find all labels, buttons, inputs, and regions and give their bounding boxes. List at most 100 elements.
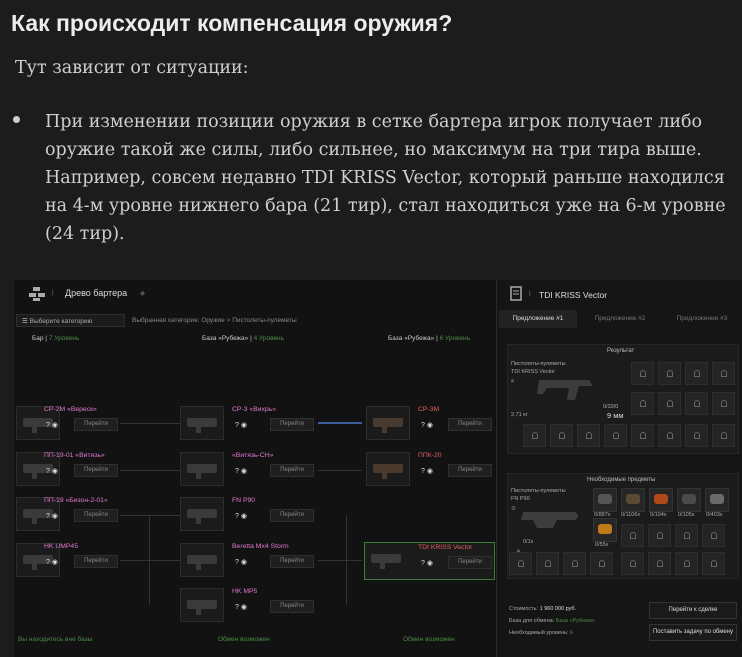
weapon-name[interactable]: СР-3 «Вихрь» bbox=[232, 406, 276, 413]
needed-count: 0/1x bbox=[523, 539, 534, 545]
weapon-slot[interactable] bbox=[180, 406, 224, 440]
go-button[interactable]: Перейти bbox=[448, 464, 492, 477]
weapon-name[interactable]: ПП-19-01 «Витязь» bbox=[44, 452, 105, 459]
info-question[interactable]: ? ◉ bbox=[421, 559, 433, 567]
info-question[interactable]: ? ◉ bbox=[235, 421, 247, 429]
locked-cell bbox=[604, 424, 627, 447]
connector bbox=[120, 515, 180, 516]
needed-name: FN P90 bbox=[511, 496, 530, 502]
connector bbox=[318, 470, 362, 471]
go-button[interactable]: Перейти bbox=[74, 509, 118, 522]
document-icon bbox=[510, 286, 522, 301]
info-question[interactable]: ? ◉ bbox=[235, 603, 247, 611]
connector bbox=[120, 560, 180, 561]
tab-offer-2[interactable]: Предложение #2 bbox=[581, 310, 659, 328]
weapon-name[interactable]: ПП-19 «Бизон-2-01» bbox=[44, 497, 108, 504]
weapon-slot[interactable] bbox=[180, 543, 224, 577]
locked-cell bbox=[631, 424, 654, 447]
locked-cell bbox=[685, 424, 708, 447]
weapon-name[interactable]: СР-2М «Вереск» bbox=[44, 406, 97, 413]
selected-category: Выбранная категория: Оружие > Пистолеты-… bbox=[132, 317, 297, 324]
locked-cell bbox=[702, 524, 725, 547]
go-button[interactable]: Перейти bbox=[448, 418, 492, 431]
barter-item[interactable] bbox=[705, 488, 729, 512]
go-button[interactable]: Перейти bbox=[270, 555, 314, 568]
barter-item[interactable] bbox=[593, 518, 617, 542]
level-row: Необходимый уровень: 6 bbox=[509, 630, 574, 636]
set-barter-task-button[interactable]: Поставить задачу по обмену bbox=[649, 624, 737, 641]
locked-cell bbox=[550, 424, 573, 447]
info-question[interactable]: ? ◉ bbox=[46, 558, 58, 566]
connector-active bbox=[318, 422, 362, 424]
barter-item[interactable] bbox=[593, 488, 617, 512]
locked-cell bbox=[702, 552, 725, 575]
weapon-name[interactable]: Beretta Mx4 Storm bbox=[232, 543, 289, 550]
cost-row: Стоимость: 1 960 000 руб. bbox=[509, 606, 577, 612]
kriss-vector-image bbox=[537, 380, 593, 400]
weapon-name[interactable]: СР-3М bbox=[418, 406, 439, 413]
info-question[interactable]: ? ◉ bbox=[421, 421, 433, 429]
tab-offer-1[interactable]: Предложение #1 bbox=[499, 310, 577, 328]
locked-cell bbox=[658, 424, 681, 447]
locked-cell bbox=[648, 524, 671, 547]
go-button[interactable]: Перейти bbox=[74, 418, 118, 431]
locked-cell bbox=[621, 524, 644, 547]
go-button[interactable]: Перейти bbox=[74, 555, 118, 568]
article-heading: Как происходит компенсация оружия? bbox=[11, 10, 453, 36]
article-intro: Тут зависит от ситуации: bbox=[15, 58, 249, 78]
offer-weapon-title: TDI KRISS Vector bbox=[539, 290, 608, 300]
locked-cell bbox=[685, 392, 708, 415]
barter-tree-title: Древо бартера bbox=[65, 288, 128, 298]
weapon-slot[interactable] bbox=[366, 452, 410, 486]
item-count: 0/1106x bbox=[621, 512, 641, 518]
info-question[interactable]: ? ◉ bbox=[421, 467, 433, 475]
connector bbox=[120, 470, 180, 471]
go-button[interactable]: Перейти bbox=[448, 556, 492, 569]
barter-item[interactable] bbox=[649, 488, 673, 512]
barter-item[interactable] bbox=[677, 488, 701, 512]
weapon-slot[interactable] bbox=[180, 452, 224, 486]
column-header-bar: Бар | 7 Уровень bbox=[32, 335, 80, 342]
info-question[interactable]: ? ◉ bbox=[235, 467, 247, 475]
category-select-button[interactable]: ☰ Выберите категорию bbox=[16, 314, 125, 327]
locked-cell bbox=[631, 362, 654, 385]
weapon-slot[interactable] bbox=[366, 406, 410, 440]
info-question[interactable]: ? ◉ bbox=[46, 421, 58, 429]
footer-status-base6: Обмен возможен bbox=[403, 636, 455, 643]
go-button[interactable]: Перейти bbox=[74, 464, 118, 477]
locked-cell bbox=[509, 552, 532, 575]
weapon-slot[interactable] bbox=[180, 588, 224, 622]
go-button[interactable]: Перейти bbox=[270, 418, 314, 431]
column-header-base-6: База «Рубежа» | 6 Уровень bbox=[388, 335, 471, 342]
offer-panel: | TDI KRISS Vector Предложение #1 Предло… bbox=[496, 280, 742, 657]
barter-item[interactable] bbox=[621, 488, 645, 512]
locked-cell bbox=[658, 362, 681, 385]
info-question[interactable]: ? ◉ bbox=[46, 512, 58, 520]
info-question[interactable]: ? ◉ bbox=[46, 467, 58, 475]
base-row: База для обмена: База «Рубежа» bbox=[509, 618, 595, 624]
go-button[interactable]: Перейти bbox=[270, 600, 314, 613]
go-button[interactable]: Перейти bbox=[270, 464, 314, 477]
weapon-name[interactable]: HK MP5 bbox=[232, 588, 257, 595]
weapon-name[interactable]: TDI KRISS Vector bbox=[418, 544, 472, 551]
info-icon[interactable]: ◆ bbox=[140, 289, 145, 297]
info-question[interactable]: ? ◉ bbox=[235, 558, 247, 566]
item-count: 0/104x bbox=[650, 512, 667, 518]
weight-value: 2,71 кг bbox=[511, 412, 528, 418]
weapon-name[interactable]: ППК-20 bbox=[418, 452, 442, 459]
weapon-slot[interactable] bbox=[180, 497, 224, 531]
weapon-name[interactable]: HK UMP45 bbox=[44, 543, 78, 550]
go-to-deal-button[interactable]: Перейти к сделке bbox=[649, 602, 737, 619]
locked-cell bbox=[712, 424, 735, 447]
locked-cell bbox=[675, 524, 698, 547]
go-button[interactable]: Перейти bbox=[270, 509, 314, 522]
bullet-dot bbox=[13, 116, 20, 123]
weapon-name[interactable]: «Витязь-СН» bbox=[232, 452, 273, 459]
info-question[interactable]: ? ◉ bbox=[235, 512, 247, 520]
tab-offer-3[interactable]: Предложение #3 bbox=[663, 310, 741, 328]
ammo-value: 0/33/0 bbox=[603, 404, 619, 410]
result-title: Результат bbox=[607, 348, 635, 354]
weapon-name[interactable]: FN P90 bbox=[232, 497, 255, 504]
locked-cell bbox=[685, 362, 708, 385]
locked-cell bbox=[621, 552, 644, 575]
